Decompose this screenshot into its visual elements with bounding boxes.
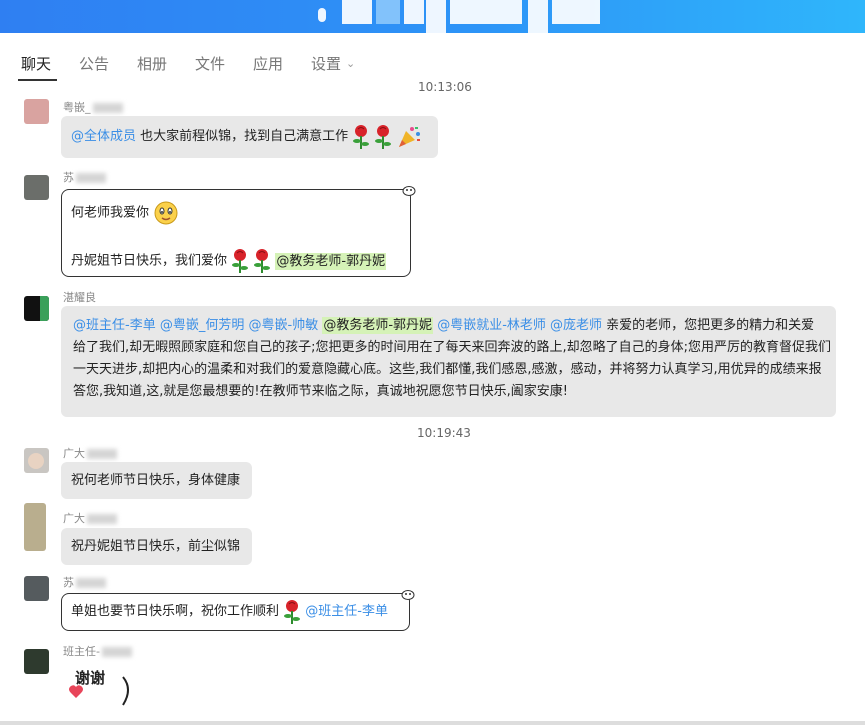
sender-name: 班主任- — [63, 643, 132, 659]
mention-link[interactable]: @教务老师-郭丹妮 — [322, 317, 434, 334]
message-text: 何老师我爱你 — [71, 205, 150, 221]
title-blur — [376, 0, 400, 24]
sender-name: 苏 — [63, 574, 106, 590]
input-area-edge — [0, 721, 865, 725]
sender-name-text: 粤嵌_ — [63, 101, 91, 114]
title-bar — [0, 0, 865, 33]
tab-settings[interactable]: 设置 ⌄ — [311, 53, 355, 74]
message-bubble[interactable]: 祝丹妮姐节日快乐，前尘似锦 — [61, 528, 252, 565]
name-blur — [101, 647, 132, 657]
message-text: 祝何老师节日快乐，身体健康 — [71, 473, 241, 488]
chevron-down-icon: ⌄ — [346, 57, 356, 70]
title-blur — [528, 0, 548, 33]
party-popper-icon — [398, 126, 420, 147]
title-blur — [552, 0, 600, 24]
tab-album[interactable]: 相册 — [137, 53, 167, 74]
sender-name-text: 苏 — [63, 171, 74, 184]
title-blur — [426, 0, 446, 33]
message-line: 给了我们,却无暇照顾家庭和您自己的孩子;您把更多的时间用在了每天来回奔波的路上,… — [73, 340, 832, 355]
chat-history[interactable]: 10:13:06 粤嵌_ @全体成员 也大家前程似锦，找到自己满意工作 苏 何老… — [0, 80, 865, 725]
title-blur — [318, 8, 326, 22]
title-blur — [342, 0, 372, 24]
message-text: 丹妮姐节日快乐，我们爱你 — [71, 253, 232, 269]
tab-chat[interactable]: 聊天 — [21, 53, 51, 74]
avatar-accent — [40, 296, 49, 321]
sender-name: 广大 — [63, 445, 117, 461]
avatar[interactable] — [24, 175, 49, 200]
sender-name: 苏 — [63, 169, 106, 185]
name-blur — [87, 514, 117, 524]
mention-link[interactable]: @教务老师-郭丹妮 — [275, 252, 387, 270]
avatar[interactable] — [24, 576, 49, 601]
sender-name: 广大 — [63, 510, 117, 526]
sticker-message[interactable]: 谢谢 — [61, 663, 159, 725]
message-text: 单姐也要节日快乐啊，祝你工作顺利 — [71, 604, 284, 619]
title-blur — [450, 0, 522, 24]
bubble-decoration-icon — [402, 186, 416, 196]
avatar[interactable] — [24, 649, 49, 674]
message-line: 何老师我爱你 — [71, 200, 179, 226]
sender-name-text: 广大 — [63, 512, 85, 525]
tab-bar: 聊天 公告 相册 文件 应用 设置 ⌄ — [0, 33, 865, 83]
avatar[interactable] — [24, 448, 49, 473]
rose-emoji-icon — [375, 124, 392, 149]
avatar-face — [28, 453, 44, 469]
avatar[interactable] — [24, 503, 46, 551]
sender-name: 湛耀良 — [63, 291, 96, 304]
mention-link[interactable]: @班主任-李单 — [305, 604, 388, 619]
mention-link[interactable]: @班主任-李单 — [73, 318, 156, 333]
name-blur — [92, 103, 123, 113]
name-blur — [76, 173, 106, 183]
tab-announcement[interactable]: 公告 — [79, 53, 109, 74]
title-blur — [404, 0, 424, 24]
rose-emoji-icon — [254, 249, 271, 273]
message-line: 一天天进步,却把内心的温柔和对我们的爱意隐藏心底。这些,我们都懂,我们感恩,感激… — [73, 362, 822, 377]
sender-name: 粤嵌_ — [63, 99, 123, 115]
avatar[interactable] — [24, 296, 49, 321]
timestamp: 10:13:06 — [418, 80, 472, 94]
message-text: 也大家前程似锦，找到自己满意工作 — [136, 129, 353, 144]
message-text: 亲爱的老师，您把更多的精力和关爱 — [602, 318, 815, 333]
bubble-decoration-icon — [401, 590, 415, 600]
message-line: 丹妮姐节日快乐，我们爱你 @教务老师-郭丹妮 — [71, 248, 387, 274]
rose-emoji-icon — [353, 124, 370, 149]
message-bubble[interactable]: 单姐也要节日快乐啊，祝你工作顺利 @班主任-李单 — [61, 590, 415, 631]
drooling-face-emoji-icon — [154, 201, 178, 225]
message-bubble[interactable]: 祝何老师节日快乐，身体健康 — [61, 462, 252, 499]
rose-emoji-icon — [284, 599, 301, 624]
mention-link[interactable]: @全体成员 — [71, 129, 136, 144]
timestamp: 10:19:43 — [417, 426, 471, 440]
name-blur — [87, 449, 117, 459]
message-bubble[interactable]: @班主任-李单 @粤嵌_何芳明 @粤嵌-帅敏 @教务老师-郭丹妮 @粤嵌就业-林… — [61, 306, 836, 417]
sender-name-text: 苏 — [63, 576, 74, 589]
tab-settings-label: 设置 — [311, 55, 342, 73]
tab-files[interactable]: 文件 — [195, 53, 225, 74]
sender-name-text: 班主任- — [63, 645, 100, 658]
rose-emoji-icon — [232, 249, 249, 273]
tab-apps[interactable]: 应用 — [253, 53, 283, 74]
avatar[interactable] — [24, 99, 49, 124]
message-bubble[interactable]: 何老师我爱你 丹妮姐节日快乐，我们爱你 @教务老师-郭丹妮 — [61, 186, 416, 277]
mention-link[interactable]: @粤嵌就业-林老师 — [437, 318, 546, 333]
mention-link[interactable]: @粤嵌_何芳明 — [160, 318, 245, 333]
message-line: @班主任-李单 @粤嵌_何芳明 @粤嵌-帅敏 @教务老师-郭丹妮 @粤嵌就业-林… — [73, 315, 824, 337]
active-tab-indicator — [18, 79, 57, 81]
mention-link[interactable]: @粤嵌-帅敏 — [249, 318, 319, 333]
message-line: 答您,我知道,这,就是您最想要的!在教师节来临之际，真诚地祝愿您节日快乐,阖家安… — [73, 384, 568, 399]
sticker-text: 谢谢 — [75, 669, 106, 687]
message-bubble[interactable]: @全体成员 也大家前程似锦，找到自己满意工作 — [61, 116, 438, 158]
message-text: 祝丹妮姐节日快乐，前尘似锦 — [71, 539, 241, 554]
name-blur — [76, 578, 106, 588]
mention-link[interactable]: @庞老师 — [550, 318, 602, 333]
sender-name-text: 广大 — [63, 447, 85, 460]
